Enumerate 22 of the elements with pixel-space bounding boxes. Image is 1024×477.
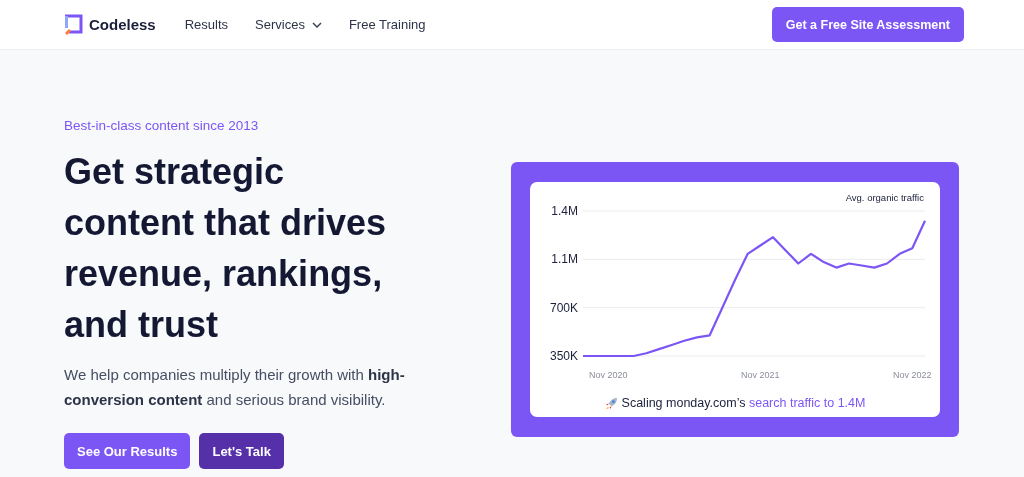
caption-link[interactable]: search traffic to 1.4M [748,396,866,410]
hero-button[interactable]: See Our Results [64,433,191,469]
assessment-button[interactable]: Get a Free Site Assessment [771,7,964,42]
y-tick-label: 1.4M [551,204,578,218]
hero-button[interactable]: Let's Talk [199,433,284,469]
nav-link[interactable]: Results [184,17,229,32]
y-tick-label: 700K [549,300,578,315]
hero-description: We help companies multiply their growth with high-conversion content and serious brand visibility. [64,365,406,410]
nav-link[interactable]: Services [255,17,322,32]
nav-link[interactable]: Free Training [348,17,426,32]
logo-icon [63,13,83,36]
chart-caption: Scaling monday.com’s search traffic to 1.4M [621,396,866,410]
rocket-icon [604,396,618,410]
x-tick-label: Nov 2021 [741,370,780,380]
tagline: Best-in-class content since 2013 [64,118,260,133]
x-tick-label: Nov 2022 [893,370,932,380]
x-tick-label: Nov 2020 [589,370,628,380]
brand-name[interactable]: Codeless [89,16,156,33]
hero-heading: Get strategic content that drives revenue, rankings, and trust [64,150,388,347]
legend-label: Avg. organic traffic [845,192,924,203]
y-tick-label: 1.1M [551,252,578,267]
y-tick-label: 350K [549,349,578,363]
